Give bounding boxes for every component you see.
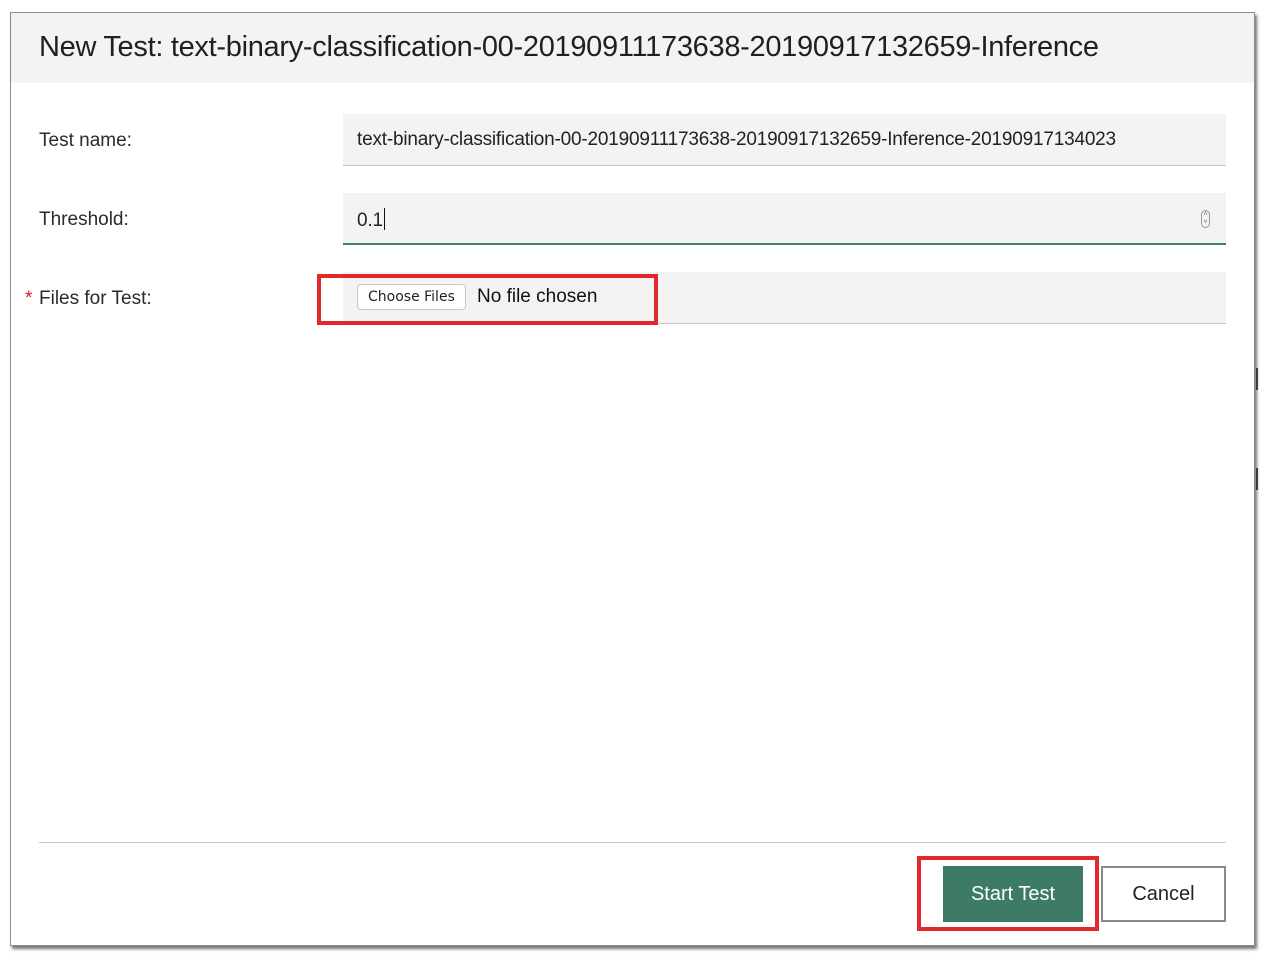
background-edge (1256, 468, 1258, 490)
required-marker: * (25, 288, 33, 309)
test-name-value: text-binary-classification-00-2019091117… (357, 129, 1116, 150)
test-name-label: Test name: (39, 130, 132, 151)
background-edge (1256, 368, 1258, 390)
text-caret (383, 208, 385, 230)
threshold-label: Threshold: (39, 209, 129, 230)
dialog-header: New Test: text-binary-classification-00-… (11, 13, 1254, 83)
new-test-dialog: New Test: text-binary-classification-00-… (10, 12, 1255, 946)
number-stepper-icon[interactable]: ˄ ˅ (1201, 210, 1210, 228)
threshold-input[interactable]: 0.1 ˄ ˅ (343, 193, 1226, 245)
highlight-box-start (917, 856, 1099, 931)
screen: New Test: text-binary-classification-00-… (0, 0, 1265, 959)
highlight-box-files (317, 274, 658, 325)
footer-divider (39, 842, 1226, 843)
threshold-value: 0.1 (357, 210, 383, 231)
test-name-field[interactable]: text-binary-classification-00-2019091117… (343, 114, 1226, 166)
files-label: Files for Test: (39, 288, 152, 309)
threshold-value-wrap: 0.1 (357, 208, 385, 232)
dialog-title: New Test: text-binary-classification-00-… (39, 31, 1099, 63)
cancel-button[interactable]: Cancel (1101, 866, 1226, 922)
